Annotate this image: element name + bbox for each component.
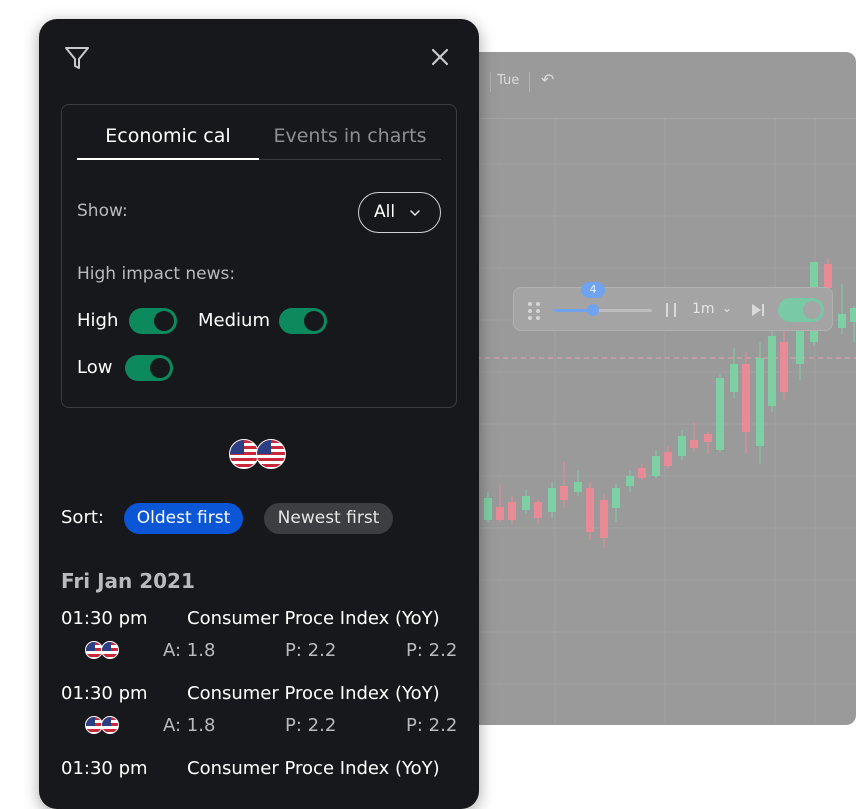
skip-forward-icon[interactable]	[750, 302, 766, 318]
chevron-down-icon[interactable]: ⌄	[722, 301, 732, 315]
event-row[interactable]: 01:30 pm Consumer Proce Index (YoY) A: 1…	[61, 683, 461, 753]
event-currency-flags	[85, 641, 121, 659]
event-currency-flags	[85, 716, 121, 734]
close-icon[interactable]	[427, 44, 453, 70]
us-flag-icon	[101, 716, 119, 734]
candle-body	[600, 500, 608, 538]
candle-body	[756, 358, 764, 446]
candle-body	[730, 364, 738, 392]
tab-bar: Economic cal Events in charts	[77, 123, 441, 160]
candle-body	[838, 314, 846, 328]
us-flag-icon	[101, 641, 119, 659]
candle-body	[626, 476, 634, 486]
low-toggle-label: Low	[77, 357, 113, 378]
candle-body	[508, 502, 516, 520]
tab-economic-calendar[interactable]: Economic cal	[77, 125, 259, 160]
speed-slider[interactable]: 4	[554, 282, 652, 316]
candle-body	[484, 498, 492, 520]
event-time: 01:30 pm	[61, 683, 148, 704]
chart-window: Tue ↶	[440, 52, 856, 725]
candle-body	[534, 502, 542, 518]
candle-body	[716, 378, 724, 450]
us-flag-icon	[229, 439, 259, 469]
event-title: Consumer Proce Index (YoY)	[187, 683, 440, 704]
tab-events-in-charts[interactable]: Events in charts	[259, 125, 441, 159]
event-row[interactable]: 01:30 pm Consumer Proce Index (YoY)	[61, 758, 461, 809]
candle-body	[496, 507, 504, 520]
high-toggle[interactable]	[129, 308, 177, 334]
filter-icon	[65, 47, 89, 69]
show-select[interactable]: All	[358, 192, 441, 233]
candle-body	[586, 488, 594, 532]
speed-value-bubble: 4	[581, 282, 605, 298]
candle-body	[850, 308, 856, 322]
event-title: Consumer Proce Index (YoY)	[187, 608, 440, 629]
candle-body	[704, 434, 712, 442]
event-previous: P: 2.2	[285, 640, 337, 661]
date-heading: Fri Jan 2021	[61, 569, 195, 593]
undo-icon[interactable]: ↶	[541, 70, 554, 89]
candle-body	[560, 486, 568, 500]
event-time: 01:30 pm	[61, 608, 148, 629]
candle-body	[664, 452, 672, 466]
event-previous: P: 2.2	[285, 715, 337, 736]
candle-body	[824, 264, 832, 288]
candle-body	[690, 440, 698, 448]
candle-body	[548, 488, 556, 512]
currency-flags[interactable]	[229, 439, 289, 469]
high-impact-label: High impact news:	[77, 264, 236, 284]
candle-body	[652, 456, 660, 476]
candle-body	[678, 436, 686, 456]
speed-slider-knob[interactable]	[587, 304, 599, 316]
event-forecast: P: 2.2	[406, 640, 458, 661]
event-row[interactable]: 01:30 pm Consumer Proce Index (YoY) A: 1…	[61, 608, 461, 678]
chevron-down-icon	[410, 210, 420, 217]
filter-settings-box: Economic cal Events in charts Show: All …	[61, 104, 457, 408]
candle-body	[780, 342, 788, 392]
candle-body	[742, 364, 750, 432]
event-forecast: P: 2.2	[406, 715, 458, 736]
medium-toggle[interactable]	[279, 308, 327, 334]
pause-icon[interactable]	[665, 303, 677, 317]
candle-body	[768, 336, 776, 406]
chart-grid	[440, 118, 856, 725]
sort-label: Sort:	[61, 507, 104, 528]
event-actual: A: 1.8	[163, 640, 216, 661]
filter-panel: Economic cal Events in charts Show: All …	[39, 19, 479, 809]
medium-toggle-label: Medium	[198, 310, 270, 331]
toolbar-day-label[interactable]: Tue	[497, 73, 519, 88]
autoplay-toggle[interactable]	[778, 298, 824, 322]
candle-body	[574, 482, 582, 492]
toolbar-separator	[490, 72, 491, 92]
candle-body	[522, 496, 530, 510]
event-actual: A: 1.8	[163, 715, 216, 736]
sort-newest-first-button[interactable]: Newest first	[264, 503, 393, 534]
toolbar-separator	[529, 72, 530, 92]
interval-select[interactable]: 1m	[692, 301, 715, 317]
high-toggle-label: High	[77, 310, 119, 331]
candle-body	[612, 488, 620, 508]
sort-oldest-first-button[interactable]: Oldest first	[124, 503, 243, 534]
show-select-value: All	[374, 202, 396, 222]
drag-handle-icon[interactable]	[528, 302, 542, 320]
chart-toolbar-divider	[440, 118, 856, 119]
low-toggle[interactable]	[125, 355, 173, 381]
candlestick-chart	[440, 118, 856, 725]
show-label: Show:	[77, 201, 128, 221]
us-flag-icon	[256, 439, 286, 469]
replay-player: 4 1m ⌄	[513, 282, 833, 331]
candle-body	[638, 468, 646, 478]
